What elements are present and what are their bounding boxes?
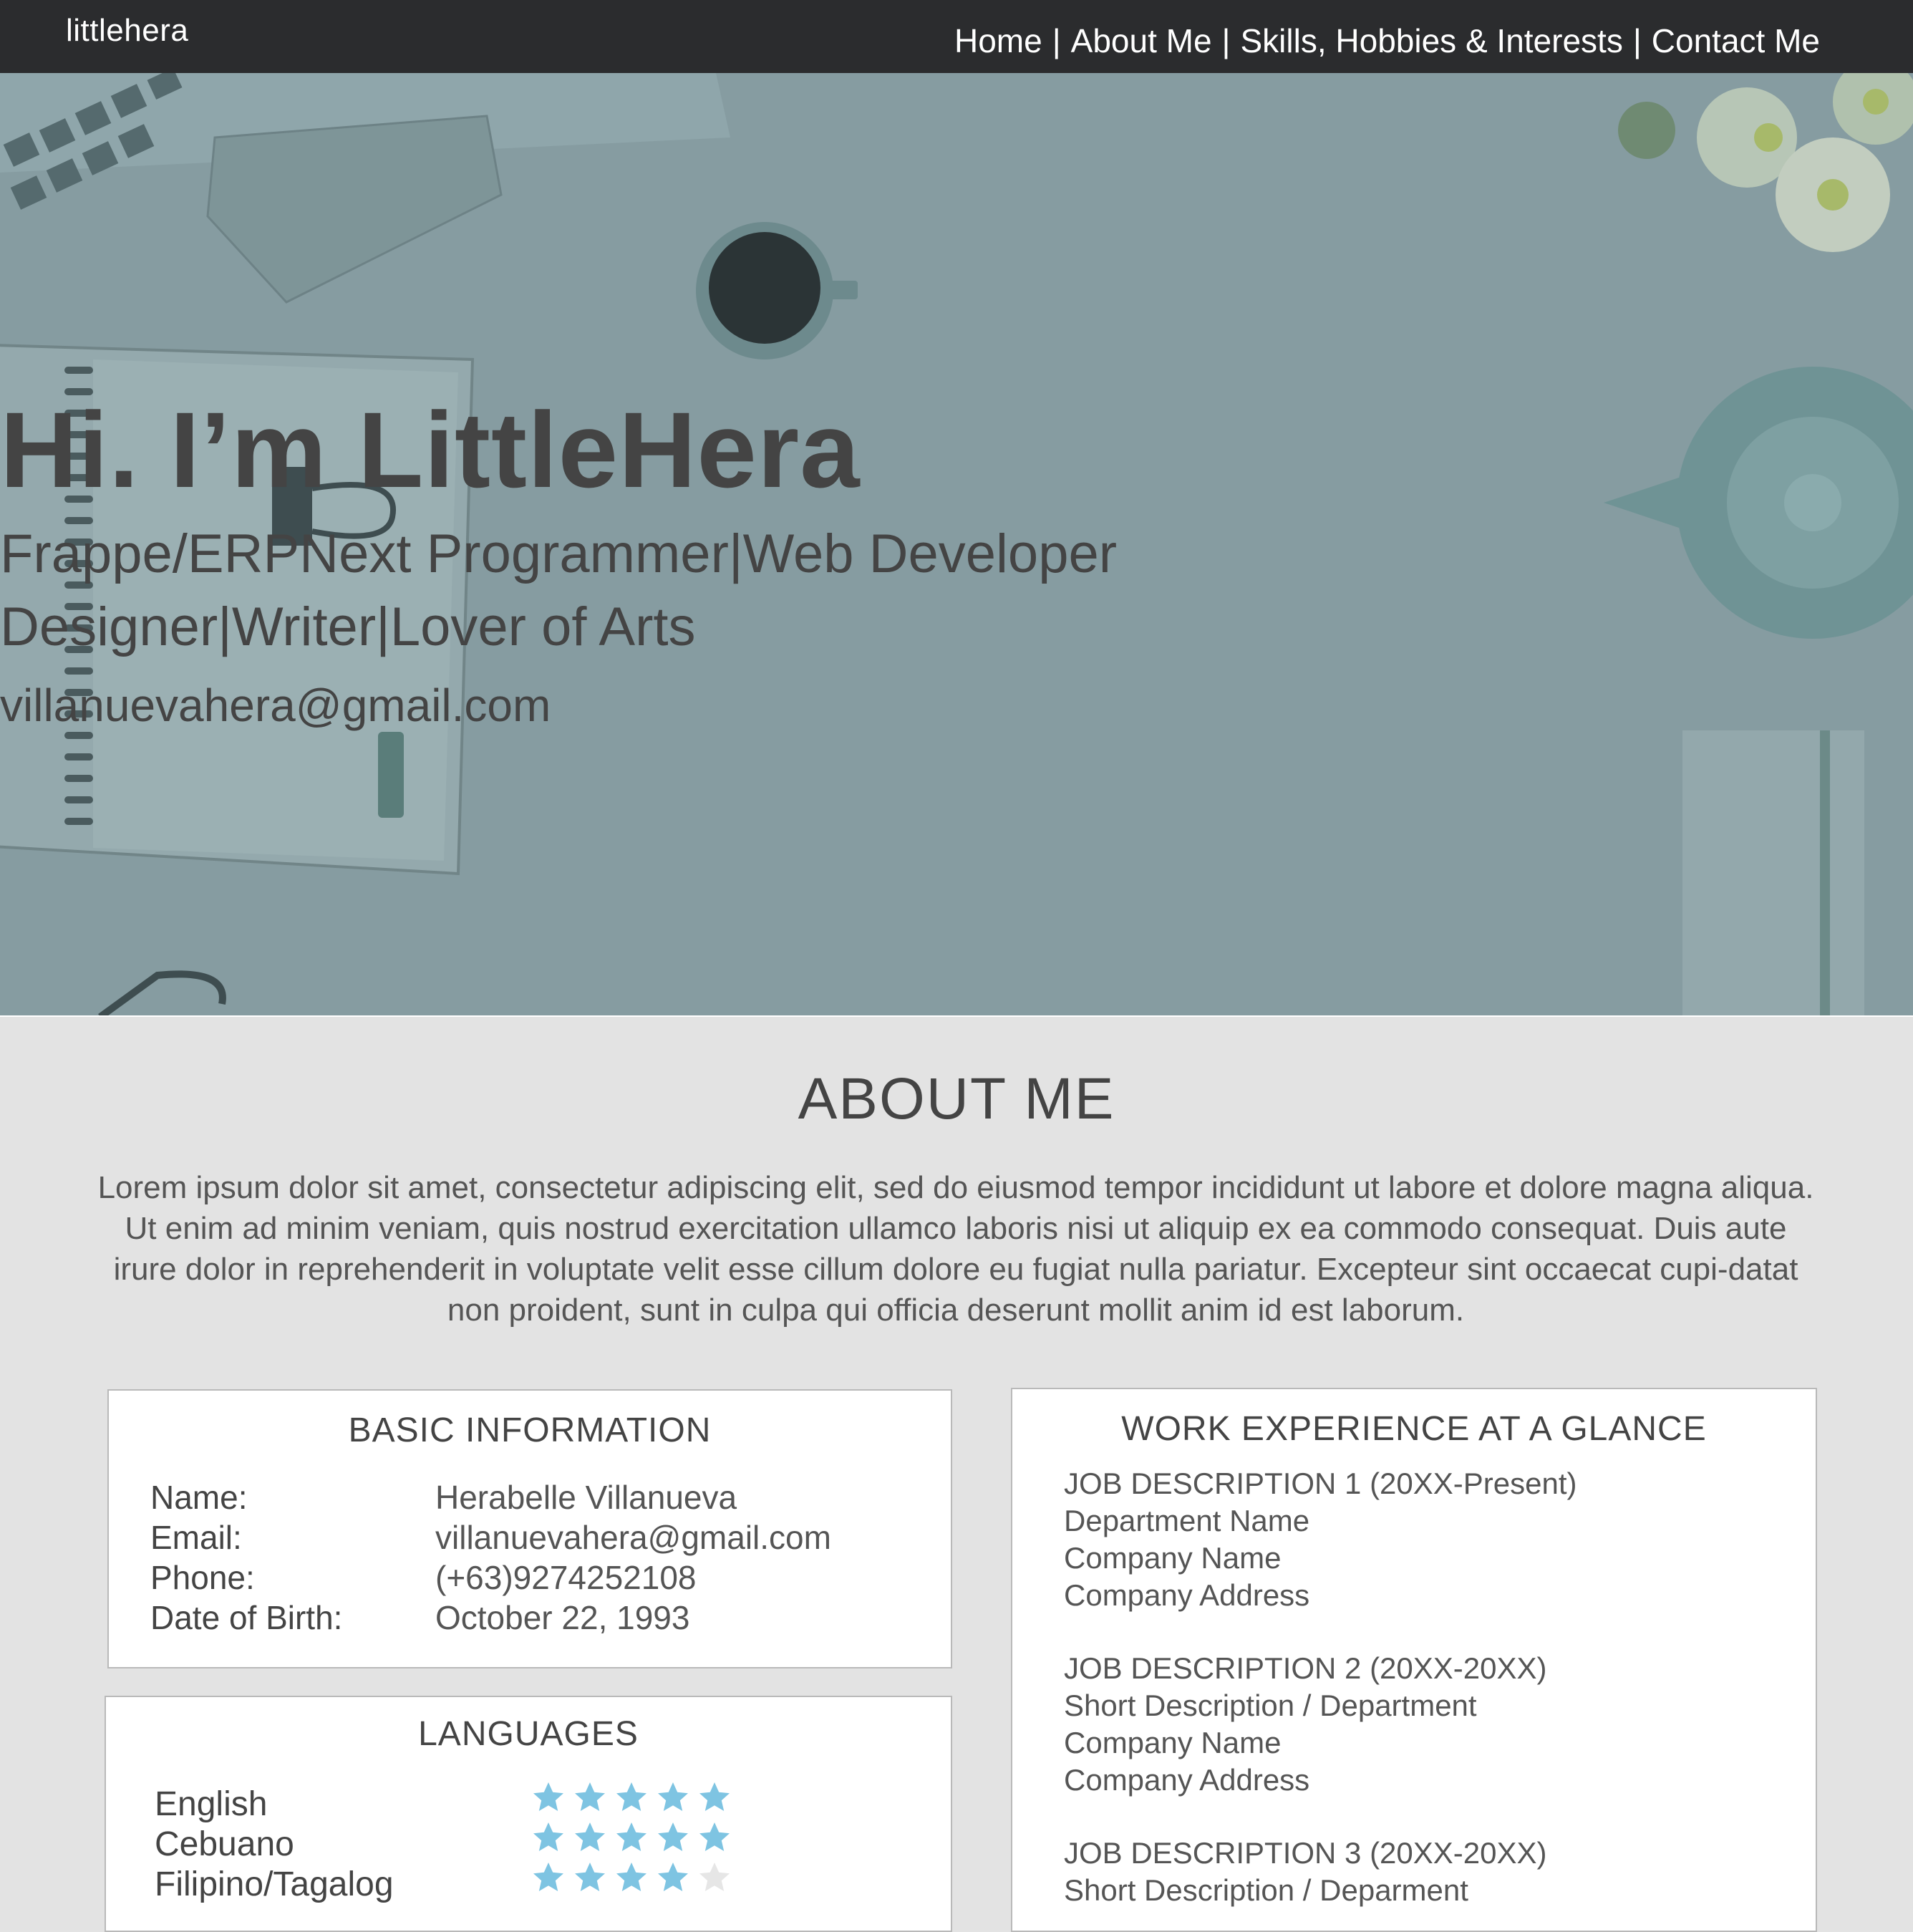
small-notebook-illustration xyxy=(1682,730,1864,1017)
work-experience-title: WORK EXPERIENCE AT A GLANCE xyxy=(1121,1410,1707,1448)
info-label: Date of Birth: xyxy=(150,1599,343,1636)
info-label: Name: xyxy=(150,1479,248,1516)
star-icon xyxy=(616,1822,646,1851)
languages-card: LANGUAGES English Cebuano Filipino/Tagal… xyxy=(105,1696,952,1932)
site-brand[interactable]: littlehera xyxy=(66,13,188,49)
info-row-email: Email: villanuevahera@gmail.com xyxy=(150,1518,831,1557)
info-row-phone: Phone: (+63)9274252108 xyxy=(150,1558,697,1597)
info-value: (+63)9274252108 xyxy=(435,1559,697,1596)
info-label: Email: xyxy=(150,1519,242,1556)
nav-link-home[interactable]: Home xyxy=(954,21,1042,60)
basic-information-title: BASIC INFORMATION xyxy=(348,1411,712,1449)
job-detail: Company Name xyxy=(1064,1726,1282,1759)
nav-separator: | xyxy=(1052,22,1061,59)
star-icon xyxy=(699,1863,730,1891)
job-detail: Short Description / Deparment xyxy=(1064,1873,1468,1907)
language-row: Filipino/Tagalog xyxy=(155,1863,730,1904)
star-icon xyxy=(575,1822,605,1851)
star-icon xyxy=(658,1863,688,1891)
info-label: Phone: xyxy=(150,1559,255,1596)
job-title: JOB DESCRIPTION 3 (20XX-20XX) xyxy=(1064,1836,1547,1870)
basic-information-card: BASIC INFORMATION Name: Herabelle Villanu… xyxy=(107,1389,952,1668)
info-row-date-of-birth: Date of Birth: October 22, 1993 xyxy=(150,1598,689,1637)
star-icon xyxy=(533,1863,563,1891)
job-detail: Company Name xyxy=(1064,1541,1282,1575)
job-entry: JOB DESCRIPTION 1 (20XX-Present) Departm… xyxy=(1064,1465,1577,1614)
star-icon xyxy=(699,1782,730,1811)
info-value[interactable]: villanuevahera@gmail.com xyxy=(435,1519,831,1556)
nav-menu: Home | About Me | Skills, Hobbies & Inte… xyxy=(954,21,1820,60)
star-icon xyxy=(533,1822,563,1851)
hero-title: Hi. I’m LittleHera xyxy=(0,390,861,510)
languages-title: LANGUAGES xyxy=(418,1715,639,1753)
nav-link-skills-hobbies-interests[interactable]: Skills, Hobbies & Interests xyxy=(1241,21,1623,60)
hero-subtitle-line-1: Frappe/ERPNext Programmer|Web Developer xyxy=(0,523,1118,584)
nav-separator: | xyxy=(1221,22,1231,59)
hero-email[interactable]: villanuevahera@gmail.com xyxy=(0,679,551,732)
star-icon xyxy=(533,1782,563,1811)
star-icon xyxy=(616,1863,646,1891)
job-detail: Short Description / Department xyxy=(1064,1689,1477,1722)
job-title: JOB DESCRIPTION 2 (20XX-20XX) xyxy=(1064,1651,1547,1685)
language-name: English xyxy=(155,1785,268,1823)
job-entry: JOB DESCRIPTION 3 (20XX-20XX) Short Desc… xyxy=(1064,1835,1547,1909)
star-icon xyxy=(575,1863,605,1891)
language-name: Cebuano xyxy=(155,1825,294,1863)
job-entry: JOB DESCRIPTION 2 (20XX-20XX) Short Desc… xyxy=(1064,1650,1547,1799)
nav-separator: | xyxy=(1632,22,1642,59)
job-detail: Company Address xyxy=(1064,1578,1310,1612)
info-row-name: Name: Herabelle Villanueva xyxy=(150,1478,737,1517)
hero-subtitle-line-2: Designer|Writer|Lover of Arts xyxy=(0,596,696,657)
star-rating xyxy=(531,1820,732,1855)
star-icon xyxy=(616,1782,646,1811)
language-row: English xyxy=(155,1782,730,1824)
nav-link-about-me[interactable]: About Me xyxy=(1071,21,1212,60)
about-me-heading: ABOUT ME xyxy=(798,1066,1115,1131)
nav-link-contact-me[interactable]: Contact Me xyxy=(1652,21,1820,60)
star-icon xyxy=(658,1822,688,1851)
star-icon xyxy=(575,1782,605,1811)
job-detail: Company Address xyxy=(1064,1763,1310,1797)
about-me-paragraph: Lorem ipsum dolor sit amet, consectetur … xyxy=(97,1170,1814,1328)
star-rating xyxy=(531,1860,732,1895)
star-icon xyxy=(658,1782,688,1811)
work-experience-card: WORK EXPERIENCE AT A GLANCE JOB DESCRIPT… xyxy=(1011,1388,1817,1932)
info-value: Herabelle Villanueva xyxy=(435,1479,737,1516)
star-rating xyxy=(531,1780,732,1815)
hero-banner: Hi. I’m LittleHera Frappe/ERPNext Progra… xyxy=(0,73,1913,1017)
job-title: JOB DESCRIPTION 1 (20XX-Present) xyxy=(1064,1467,1577,1500)
language-name: Filipino/Tagalog xyxy=(155,1865,394,1903)
info-value: October 22, 1993 xyxy=(435,1599,690,1636)
language-row: Cebuano xyxy=(155,1822,730,1864)
top-navbar: littlehera Home | About Me | Skills, Hob… xyxy=(0,0,1913,73)
star-icon xyxy=(699,1822,730,1851)
job-detail: Department Name xyxy=(1064,1504,1310,1537)
